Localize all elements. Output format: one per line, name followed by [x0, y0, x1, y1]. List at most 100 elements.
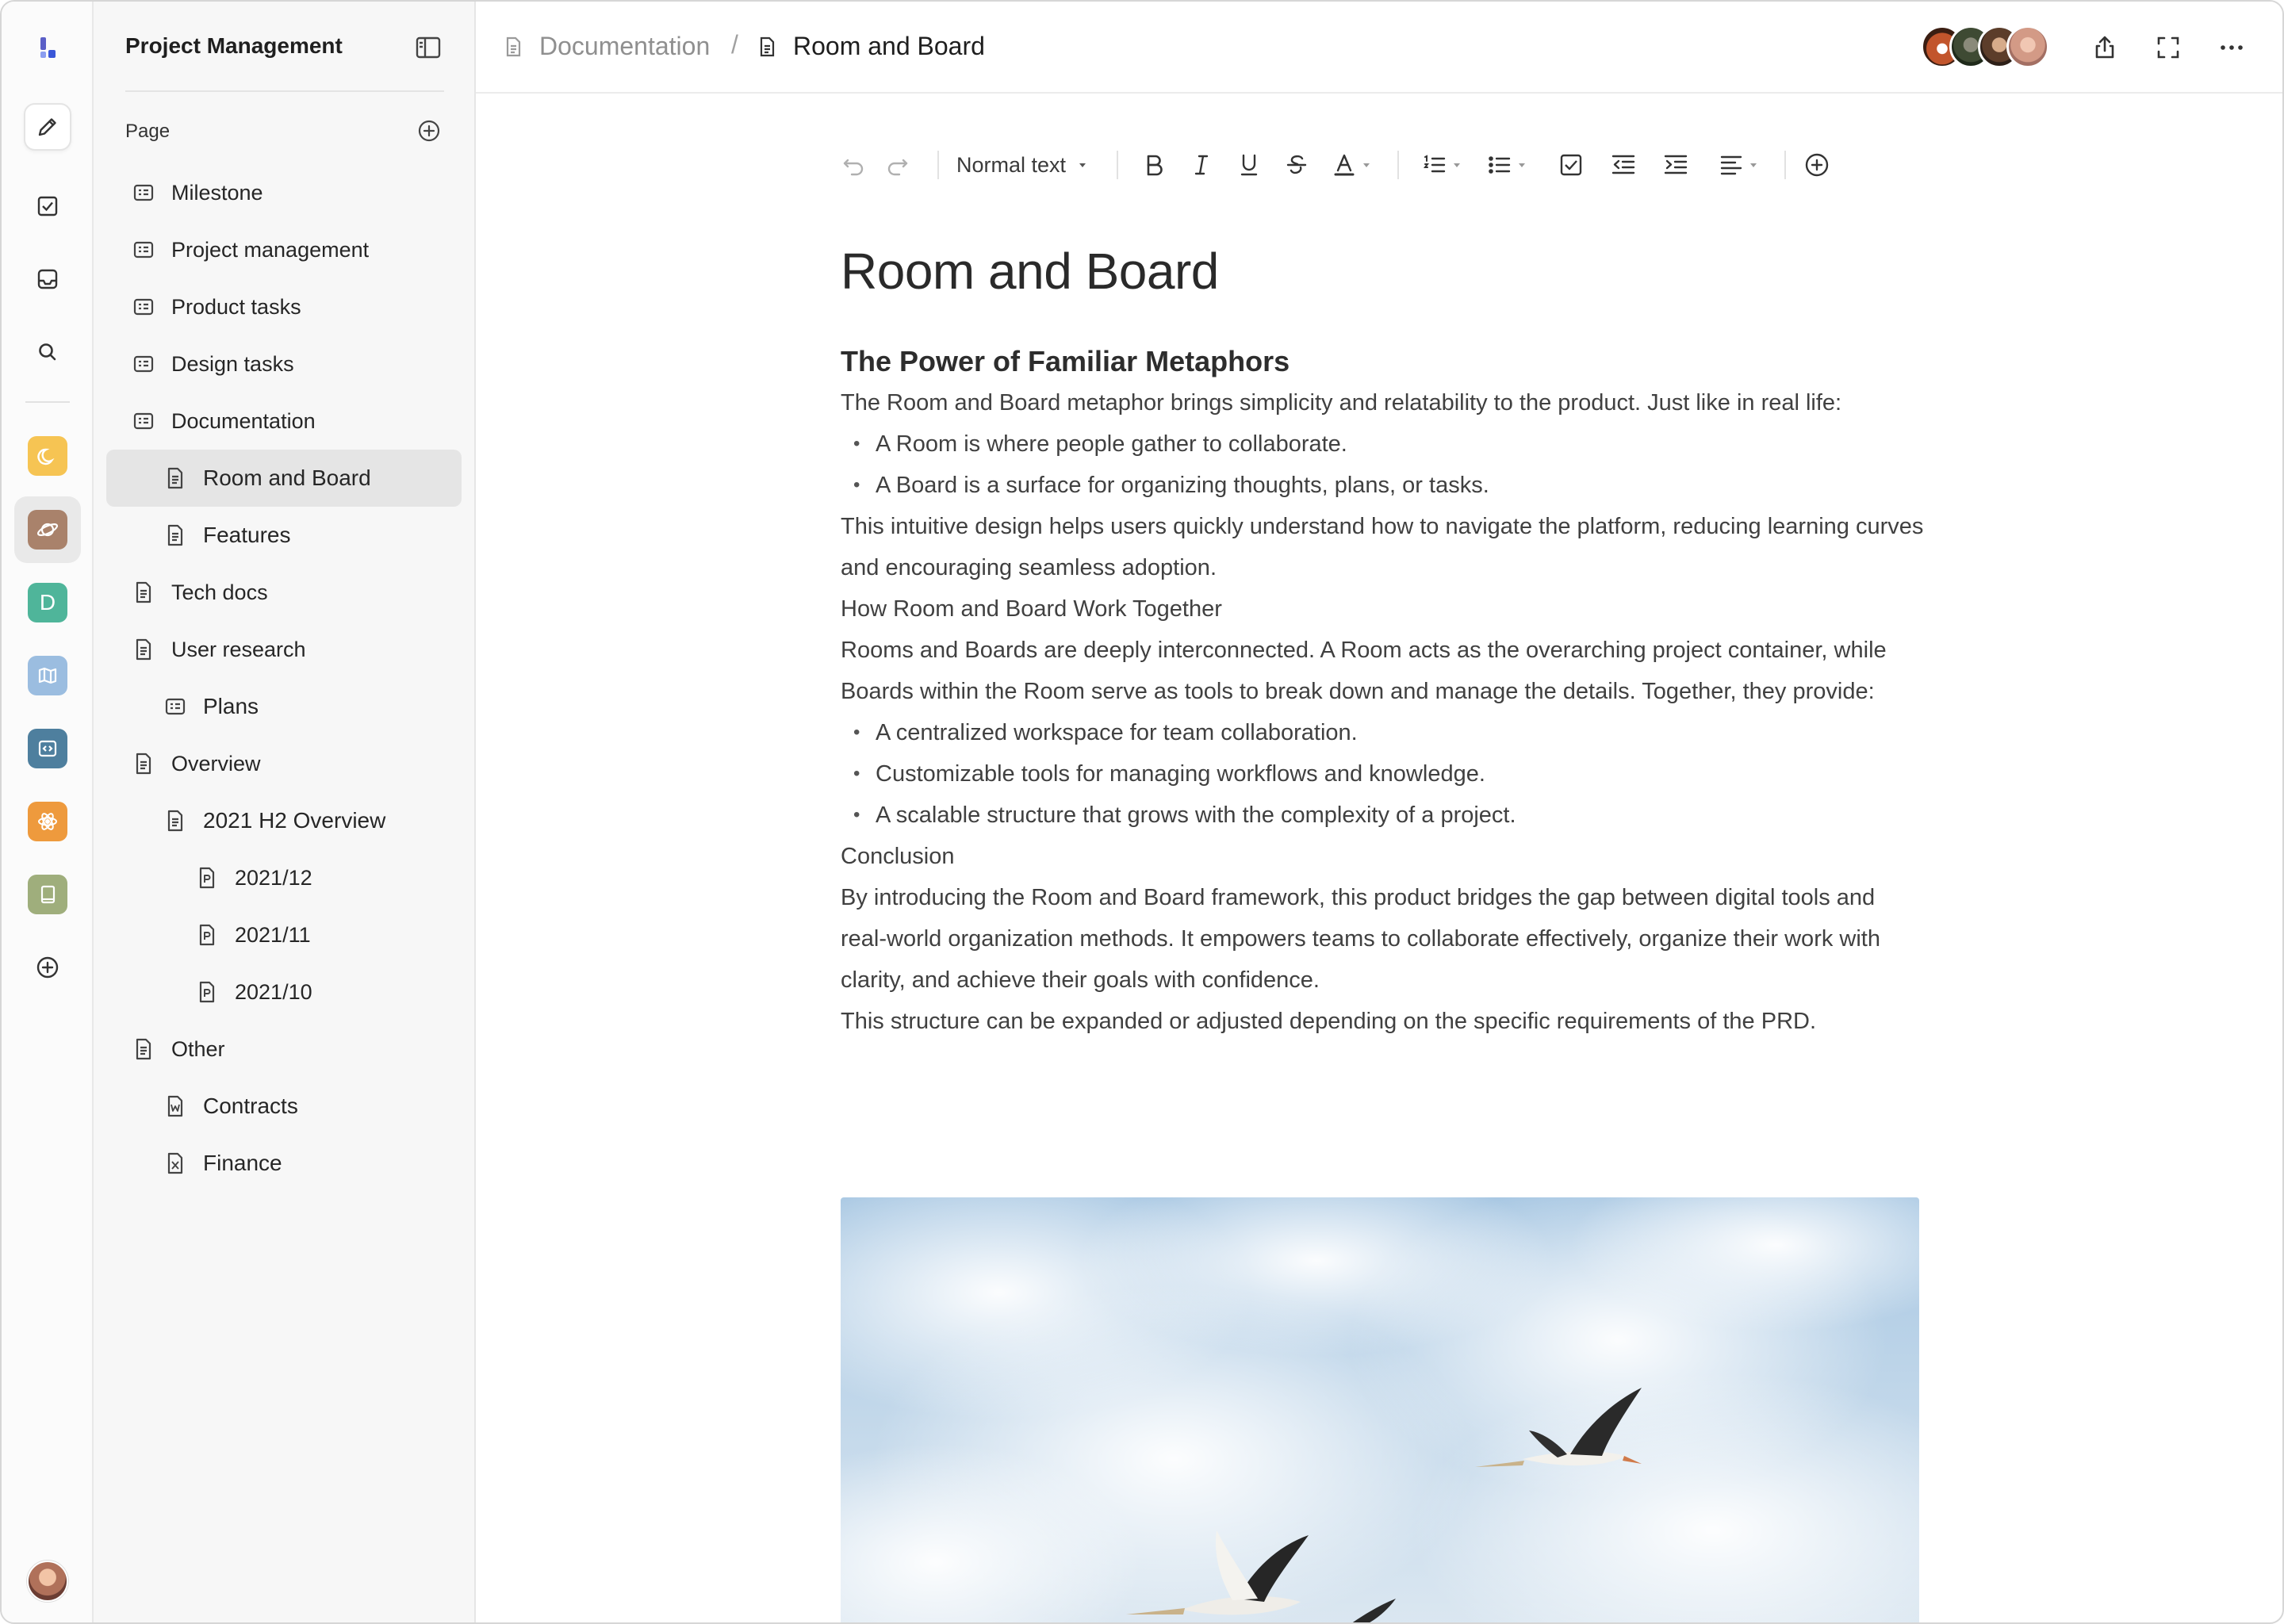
- chevron-down-icon: [1079, 163, 1086, 167]
- p-file-icon: [195, 980, 219, 1004]
- paragraph[interactable]: This structure can be expanded or adjust…: [841, 1001, 1927, 1042]
- add-page-icon[interactable]: [416, 118, 442, 144]
- fullscreen-icon[interactable]: [2152, 32, 2184, 63]
- outdent-icon[interactable]: [1610, 149, 1637, 181]
- code-space-icon[interactable]: [28, 729, 67, 768]
- redo-icon[interactable]: [883, 149, 910, 181]
- app-logo-icon[interactable]: [24, 24, 71, 71]
- sidebar-item-room-and-board[interactable]: Room and Board: [106, 450, 462, 507]
- sidebar-item-label: Tech docs: [171, 580, 268, 604]
- sidebar-item-milestone[interactable]: Milestone: [106, 164, 462, 221]
- sidebar-item-documentation[interactable]: Documentation: [106, 393, 462, 450]
- paragraph[interactable]: Conclusion: [841, 836, 1927, 877]
- strikethrough-icon[interactable]: [1283, 149, 1310, 181]
- document-blocks: The Room and Board metaphor brings simpl…: [841, 382, 1935, 1042]
- sidebar-item-product-tasks[interactable]: Product tasks: [106, 278, 462, 335]
- workspace-title: Project Management: [125, 33, 343, 58]
- breadcrumb-current-label: Room and Board: [793, 32, 985, 60]
- sidebar-item-label: 2021/10: [235, 979, 312, 1004]
- breadcrumb-parent[interactable]: Documentation: [501, 32, 710, 61]
- pelican-sky-image[interactable]: [841, 1197, 1919, 1622]
- undo-icon[interactable]: [841, 149, 868, 181]
- document-icon: [132, 638, 155, 661]
- tasks-checkbox-icon[interactable]: [24, 182, 71, 230]
- underline-icon[interactable]: [1236, 149, 1263, 181]
- italic-icon[interactable]: [1188, 149, 1215, 181]
- sidebar-item-contracts[interactable]: Contracts: [106, 1078, 462, 1135]
- checklist-icon[interactable]: [1558, 149, 1585, 181]
- sidebar-item-overview[interactable]: Overview: [106, 735, 462, 792]
- doc-icon: [506, 36, 521, 56]
- sidebar-item-features[interactable]: Features: [106, 507, 462, 564]
- document-body[interactable]: Room and Board The Power of Familiar Met…: [841, 239, 1935, 1042]
- search-icon[interactable]: [24, 328, 71, 376]
- document-icon: [163, 523, 187, 547]
- doc-icon: [760, 36, 775, 56]
- paragraph[interactable]: Rooms and Boards are deeply interconnect…: [841, 630, 1927, 712]
- bullet-list-item[interactable]: A Board is a surface for organizing thou…: [841, 465, 1935, 506]
- align-dropdown[interactable]: [1718, 149, 1759, 181]
- chevron-down-icon: [1519, 163, 1525, 167]
- bullet-list-item[interactable]: A Room is where people gather to collabo…: [841, 423, 1935, 465]
- top-bar: Documentation / Room and Board: [476, 2, 2282, 94]
- sidebar-item-2021-12[interactable]: 2021/12: [106, 849, 462, 906]
- bullet-list-dropdown[interactable]: [1486, 149, 1527, 181]
- breadcrumb-current[interactable]: Room and Board: [755, 32, 985, 61]
- text-style-dropdown[interactable]: Normal text: [956, 149, 1088, 181]
- inbox-tray-icon[interactable]: [24, 255, 71, 303]
- react-space-icon[interactable]: [28, 802, 67, 841]
- map-space-icon[interactable]: [28, 656, 67, 695]
- document-title[interactable]: Room and Board: [841, 239, 1935, 303]
- sidebar-toggle-icon[interactable]: [415, 35, 442, 60]
- paragraph[interactable]: By introducing the Room and Board framew…: [841, 877, 1927, 1001]
- table-page-icon: [163, 695, 187, 718]
- user-avatar[interactable]: [27, 1561, 68, 1602]
- share-icon[interactable]: [2089, 32, 2121, 63]
- indent-icon[interactable]: [1662, 149, 1689, 181]
- more-options-icon[interactable]: [2216, 32, 2248, 63]
- table-page-icon: [132, 409, 155, 433]
- bullet-list-item[interactable]: A centralized workspace for team collabo…: [841, 712, 1935, 753]
- paragraph[interactable]: The Room and Board metaphor brings simpl…: [841, 382, 1927, 423]
- sidebar-item-label: 2021/12: [235, 865, 312, 890]
- collaborator-avatar[interactable]: [2006, 25, 2049, 68]
- document-heading[interactable]: The Power of Familiar Metaphors: [841, 341, 1935, 382]
- pelican-sky-illustration: [841, 1197, 1919, 1622]
- bullet-list-item[interactable]: Customizable tools for managing workflow…: [841, 753, 1935, 795]
- sidebar-item-tech-docs[interactable]: Tech docs: [106, 564, 462, 621]
- chevron-down-icon: [1750, 163, 1757, 167]
- sidebar-item-user-research[interactable]: User research: [106, 621, 462, 678]
- insert-block-icon[interactable]: [1803, 149, 1830, 181]
- sidebar-item-plans[interactable]: Plans: [106, 678, 462, 735]
- document-icon: [132, 1037, 155, 1061]
- app-window: D Project Management Page Milestone Proje…: [0, 0, 2284, 1624]
- sidebar-item-2021-10[interactable]: 2021/10: [106, 963, 462, 1021]
- paragraph[interactable]: This intuitive design helps users quickl…: [841, 506, 1927, 588]
- d-space-icon[interactable]: D: [28, 583, 67, 622]
- paragraph[interactable]: How Room and Board Work Together: [841, 588, 1927, 630]
- d-space-letter: D: [39, 590, 56, 615]
- add-space-icon[interactable]: [24, 944, 71, 991]
- text-color-dropdown[interactable]: [1331, 149, 1372, 181]
- planet-space-icon[interactable]: [28, 510, 67, 550]
- collaborator-avatars[interactable]: [1921, 25, 2051, 68]
- toolbar-divider: [1117, 151, 1118, 179]
- sidebar-item-project-management[interactable]: Project management: [106, 221, 462, 278]
- moon-space-icon[interactable]: [28, 436, 67, 476]
- sidebar-divider: [125, 90, 444, 92]
- book-space-icon[interactable]: [28, 875, 67, 914]
- sidebar-item-2021-h2-overview[interactable]: 2021 H2 Overview: [106, 792, 462, 849]
- numbered-list-dropdown[interactable]: [1421, 149, 1462, 181]
- p-file-icon: [195, 923, 219, 947]
- sidebar-item-2021-11[interactable]: 2021/11: [106, 906, 462, 963]
- sidebar-item-design-tasks[interactable]: Design tasks: [106, 335, 462, 393]
- bold-icon[interactable]: [1140, 149, 1167, 181]
- sidebar-item-other[interactable]: Other: [106, 1021, 462, 1078]
- edit-pencil-icon[interactable]: [24, 103, 71, 151]
- sidebar-item-label: Room and Board: [203, 465, 371, 490]
- sidebar-item-label: Features: [203, 523, 291, 547]
- sidebar-item-finance[interactable]: Finance: [106, 1135, 462, 1192]
- bullet-list-item[interactable]: A scalable structure that grows with the…: [841, 795, 1935, 836]
- table-page-icon: [132, 238, 155, 262]
- toolbar-divider: [937, 151, 939, 179]
